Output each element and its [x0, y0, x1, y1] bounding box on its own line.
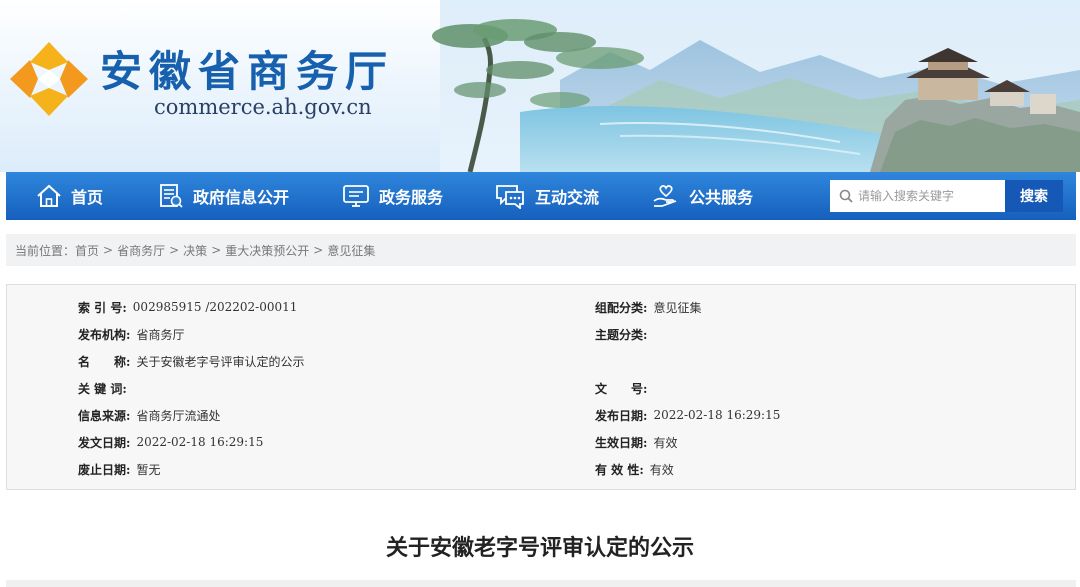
breadcrumb-separator: >: [313, 243, 324, 257]
breadcrumb: 当前位置： 首页 > 省商务厅 > 决策 > 重大决策预公开 > 意见征集: [6, 234, 1076, 266]
info-value: 关于安徽老字号评审认定的公示: [136, 354, 305, 369]
info-value: 有效: [649, 462, 674, 477]
info-value: 省商务厅: [136, 327, 185, 342]
info-label: 有 效 性:: [595, 462, 644, 477]
info-row-topic: 主题分类:: [595, 324, 653, 344]
site-logo: [10, 42, 88, 116]
search-button[interactable]: 搜索: [1005, 180, 1063, 212]
main-nav: 首页 政府信息公开 政务服务 互动交流 公共服务 请输入搜索关键字 搜索: [6, 172, 1076, 220]
info-value: 2022-02-18 16:29:15: [136, 435, 264, 449]
info-label: 主题分类:: [595, 327, 648, 342]
info-label: 发布日期:: [595, 408, 648, 423]
document-info-table: 索 引 号: 002985915 /202202-00011 发布机构: 省商务…: [6, 284, 1076, 490]
search-box: [830, 180, 1005, 212]
breadcrumb-link[interactable]: 重大决策预公开: [225, 242, 309, 259]
info-value: 002985915 /202202-00011: [132, 300, 298, 314]
nav-item-label: 公共服务: [689, 188, 754, 207]
info-row-name: 名 称: 关于安徽老字号评审认定的公示: [78, 351, 304, 371]
info-label: 废止日期:: [78, 462, 131, 477]
info-row-pub-date: 发布日期: 2022-02-18 16:29:15: [595, 405, 780, 425]
chat-bubble-icon: [496, 185, 524, 209]
search-input[interactable]: [858, 189, 998, 203]
info-value: 省商务厅流通处: [136, 408, 221, 423]
search-icon: [839, 189, 853, 203]
nav-item-public-services[interactable]: 公共服务: [652, 172, 753, 220]
info-label: 发布机构:: [78, 327, 131, 342]
info-row-validity: 有 效 性: 有效: [595, 459, 674, 479]
nav-item-label: 政务服务: [379, 188, 444, 207]
info-value: 有效: [653, 435, 678, 450]
site-banner: 安徽省商务厅 commerce.ah.gov.cn: [0, 0, 1080, 172]
info-label: 文: [595, 381, 608, 396]
info-row-keywords: 关 键 词:: [78, 378, 133, 398]
nav-item-gov-services[interactable]: 政务服务: [342, 172, 443, 220]
article-title: 关于安徽老字号评审认定的公示: [385, 535, 694, 561]
monitor-icon: [343, 185, 369, 207]
nav-item-home[interactable]: 首页: [36, 172, 103, 220]
info-row-publisher: 发布机构: 省商务厅: [78, 324, 184, 344]
info-label: 组配分类:: [595, 300, 648, 315]
nav-item-interaction[interactable]: 互动交流: [494, 172, 599, 220]
info-value: 2022-02-18 16:29:15: [653, 408, 781, 422]
info-row-issue-date: 发文日期: 2022-02-18 16:29:15: [78, 432, 263, 452]
nav-item-gov-info[interactable]: 政府信息公开: [158, 172, 289, 220]
info-label: 生效日期:: [595, 435, 648, 450]
info-label: 发文日期:: [78, 435, 131, 450]
info-label: 关 键 词:: [78, 381, 127, 396]
info-label: 名: [78, 354, 91, 369]
hand-heart-icon: [653, 185, 677, 207]
nav-item-label: 互动交流: [535, 188, 600, 207]
breadcrumb-link[interactable]: 决策: [183, 242, 207, 259]
info-row-source: 信息来源: 省商务厅流通处: [78, 405, 220, 425]
breadcrumb-link[interactable]: 省商务厅: [117, 242, 165, 259]
info-label: 称:: [114, 354, 131, 369]
info-row-index: 索 引 号: 002985915 /202202-00011: [78, 297, 297, 317]
document-list-icon: [160, 184, 183, 208]
breadcrumb-link[interactable]: 意见征集: [327, 242, 375, 259]
info-value: 暂无: [136, 462, 161, 477]
breadcrumb-link[interactable]: 首页: [75, 242, 99, 259]
info-value: 意见征集: [653, 300, 702, 315]
info-row-doc-number: 文 号:: [595, 378, 653, 398]
home-icon: [37, 184, 61, 207]
site-title: 安徽省商务厅: [100, 47, 395, 96]
breadcrumb-separator: >: [211, 243, 222, 257]
nav-item-label: 政府信息公开: [193, 188, 290, 207]
site-url: commerce.ah.gov.cn: [154, 95, 372, 119]
content-divider: [6, 580, 1076, 587]
nav-item-label: 首页: [71, 188, 104, 207]
info-label: 信息来源:: [78, 408, 131, 423]
info-row-abolish-date: 废止日期: 暂无: [78, 459, 160, 479]
breadcrumb-separator: >: [169, 243, 180, 257]
info-row-effective-date: 生效日期: 有效: [595, 432, 677, 452]
info-row-category: 组配分类: 意见征集: [595, 297, 701, 317]
info-label: 索 引 号:: [78, 300, 127, 315]
info-label: 号:: [631, 381, 648, 396]
breadcrumb-separator: >: [103, 243, 114, 257]
breadcrumb-prefix: 当前位置：: [15, 243, 76, 258]
